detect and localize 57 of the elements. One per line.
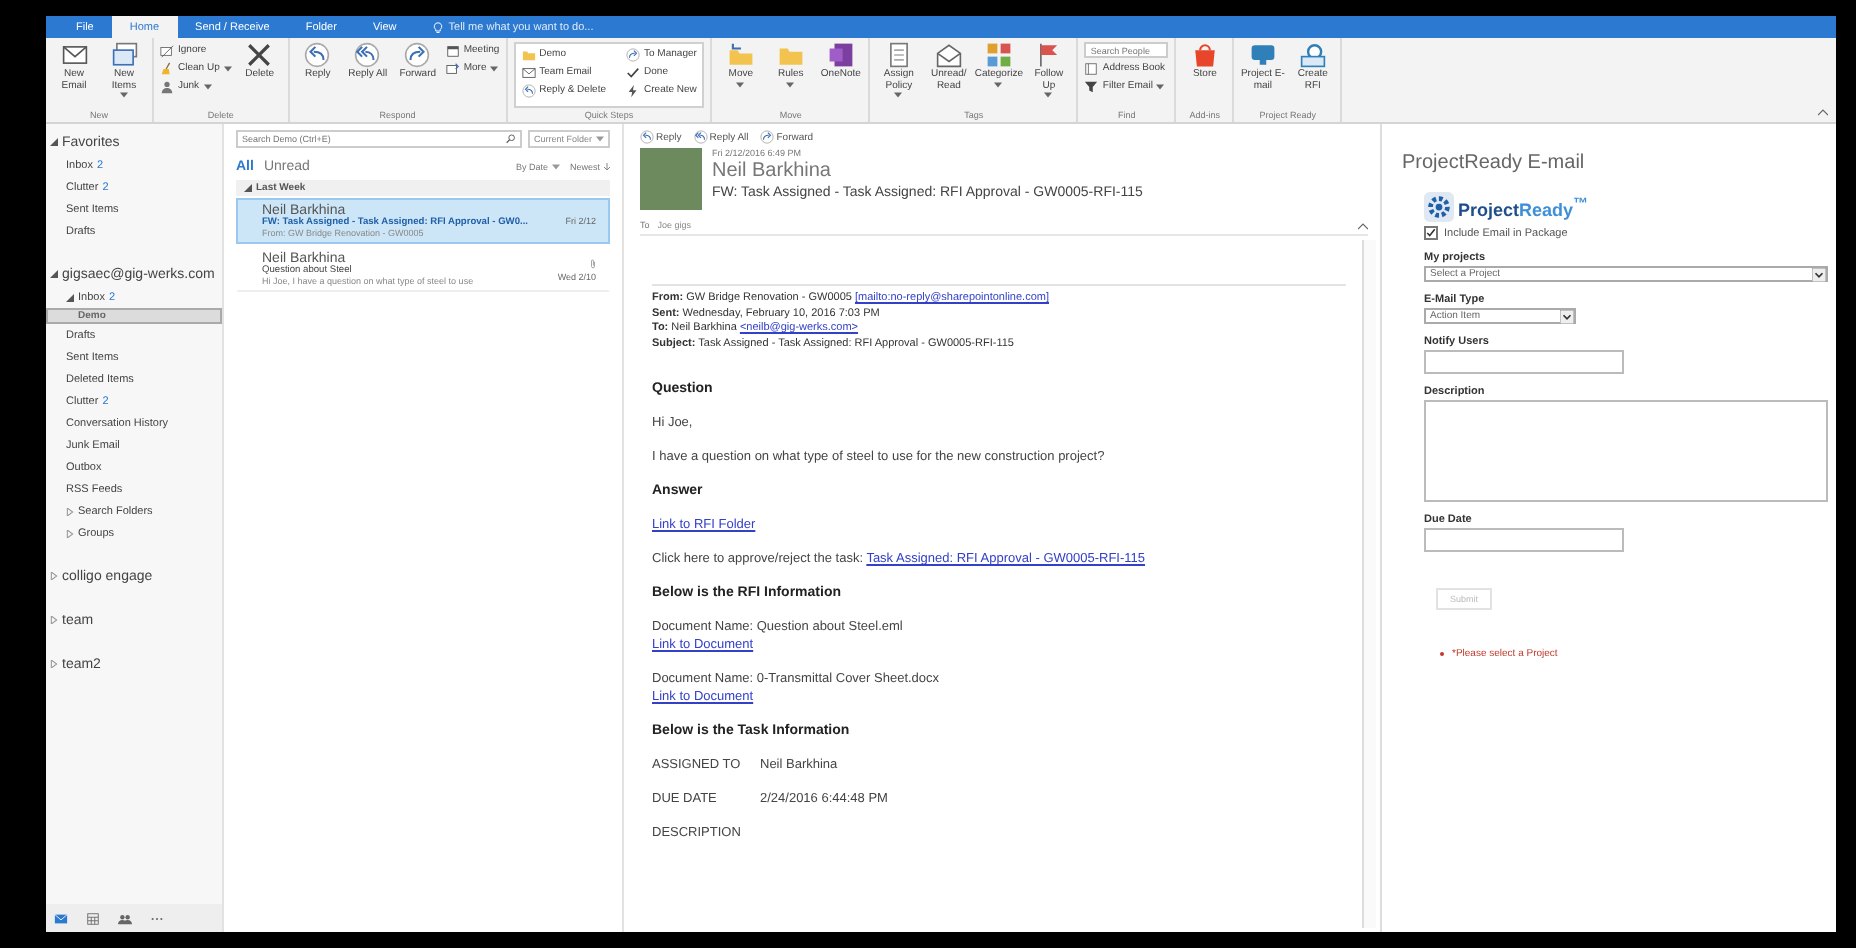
caret-icon xyxy=(736,81,745,88)
due-date-field[interactable] xyxy=(1424,528,1624,552)
caret-icon xyxy=(203,83,212,89)
caret-icon xyxy=(786,81,795,88)
flag-icon xyxy=(1035,42,1062,68)
photo-placeholder xyxy=(640,148,702,210)
caret-icon xyxy=(120,92,128,99)
forward-arrow-icon xyxy=(626,47,641,61)
caret-icon xyxy=(894,92,903,99)
reply-all-arrow-icon xyxy=(693,130,708,144)
x-icon xyxy=(246,42,273,68)
filter-icon xyxy=(1084,79,1099,93)
caret-icon xyxy=(223,65,232,71)
envelope-icon xyxy=(521,65,536,79)
caret-icon xyxy=(490,65,499,71)
check-icon xyxy=(626,65,641,79)
bag-icon xyxy=(1191,42,1218,68)
broom-icon xyxy=(160,61,174,75)
pane-title: ProjectReady E-mail xyxy=(1402,152,1587,174)
logo-text: ProjectReady$^{™}$ xyxy=(1458,194,1589,220)
notebook-icon xyxy=(827,42,854,68)
expand-arrow-icon[interactable] xyxy=(50,270,58,278)
expand-arrow-icon xyxy=(244,184,252,192)
mail-icon[interactable] xyxy=(54,911,68,925)
description-field[interactable] xyxy=(1424,400,1828,502)
caret-icon xyxy=(1044,92,1053,99)
sender-name: Neil Barkhina xyxy=(712,160,833,182)
bolt-icon xyxy=(626,83,641,97)
checkbox[interactable] xyxy=(1424,226,1438,240)
monitor-icon xyxy=(1249,42,1276,68)
people-icon[interactable] xyxy=(118,911,132,925)
reply-arrow-icon xyxy=(521,83,536,97)
envelope-slash-icon xyxy=(160,43,174,57)
notify-users-field[interactable] xyxy=(1424,350,1624,374)
chevron-icon xyxy=(1812,267,1826,281)
down-arrow-icon xyxy=(604,161,610,171)
collapse-ribbon-icon[interactable] xyxy=(1818,108,1828,116)
gear-icon xyxy=(1424,192,1454,222)
grid-icon xyxy=(985,42,1012,68)
expand-arrow-icon[interactable] xyxy=(50,138,58,146)
expand-arrow-icon[interactable] xyxy=(66,293,74,301)
caret-icon xyxy=(551,163,560,169)
caret-icon xyxy=(596,136,604,142)
forward-arrow-icon xyxy=(760,130,775,144)
folder-arrow-icon xyxy=(727,42,754,68)
folder-icon xyxy=(521,47,536,61)
lightbulb-icon xyxy=(432,21,445,33)
caret-icon xyxy=(1156,83,1165,89)
person-icon xyxy=(160,79,174,93)
calendar-icon[interactable] xyxy=(86,911,100,925)
search-icon xyxy=(505,134,516,144)
collapse-icon[interactable] xyxy=(1358,221,1368,229)
caret-icon xyxy=(994,81,1003,88)
book-icon xyxy=(1084,61,1099,75)
chevron-icon xyxy=(1560,309,1574,323)
reply-arrow-icon xyxy=(640,130,654,144)
calendar-icon xyxy=(445,43,460,57)
